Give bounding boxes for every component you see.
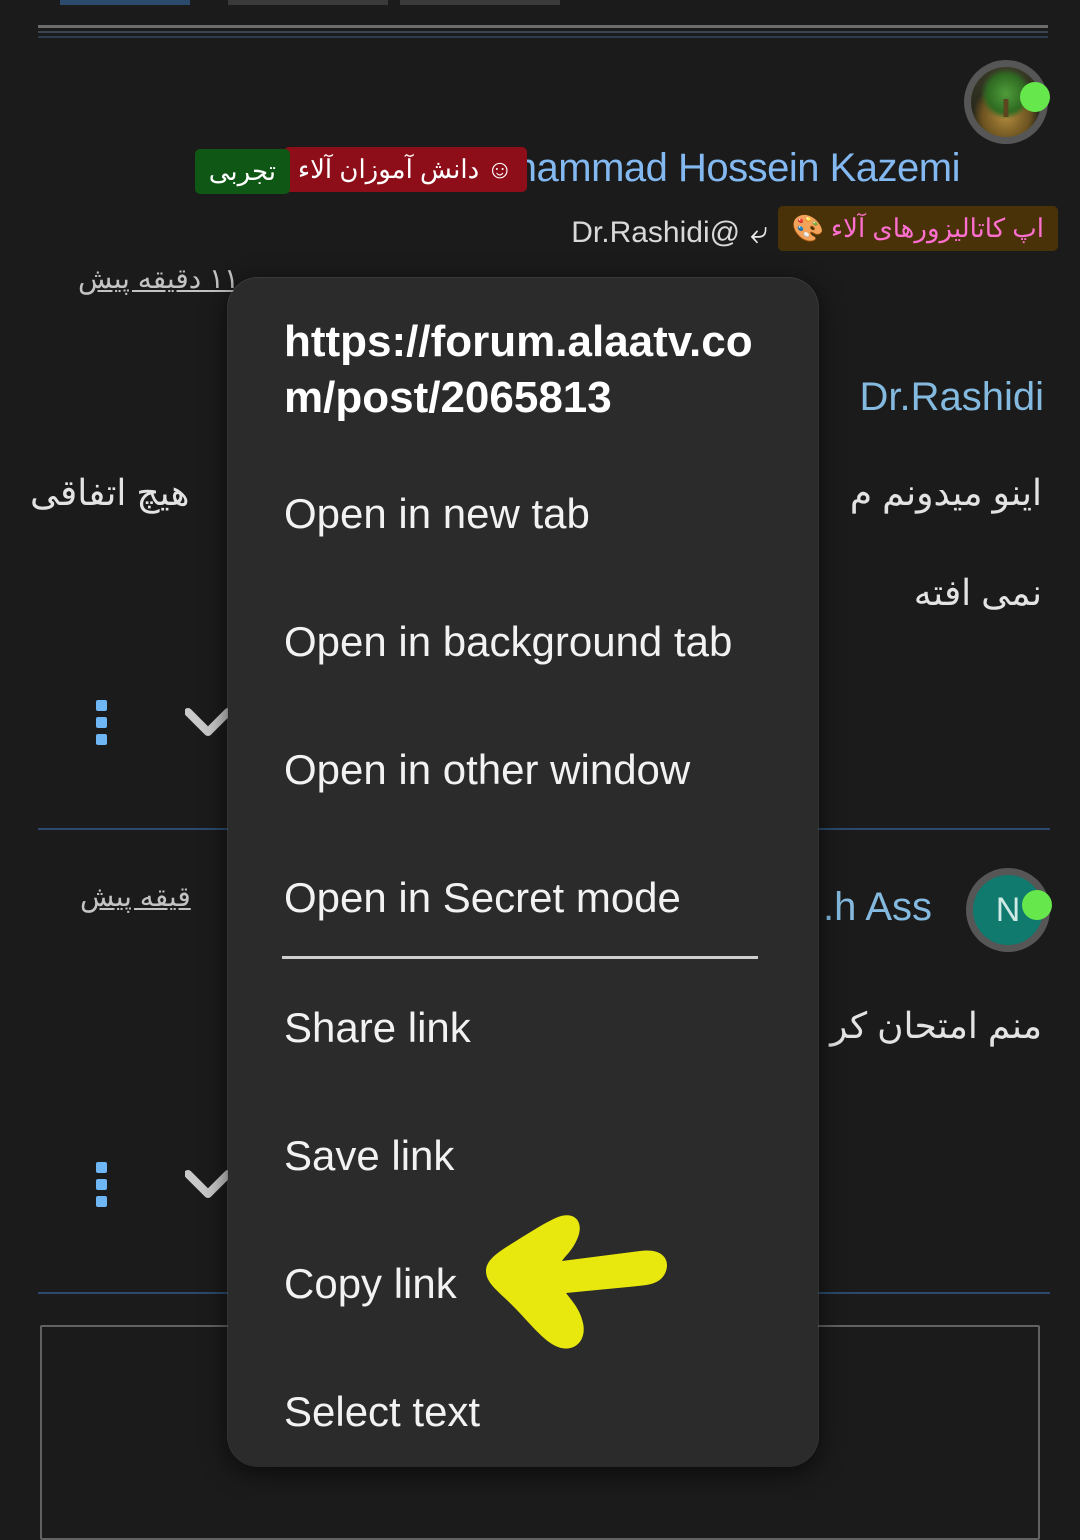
reply-target[interactable]: Dr.Rashidi@ ⤷ xyxy=(571,214,768,252)
post-author-name[interactable]: Mohammad Hossein Kazemi xyxy=(460,146,960,191)
toolbar-segment-c[interactable] xyxy=(400,0,560,5)
menu-item-select-text[interactable]: Select text xyxy=(284,1388,480,1436)
post-body-line: هیچ اتفاقی xyxy=(30,472,190,513)
online-dot-icon xyxy=(1022,890,1052,920)
context-menu-url: https://forum.alaatv.com/post/2065813 xyxy=(284,317,753,423)
toolbar-segment-active[interactable] xyxy=(60,0,190,5)
header-rule-top xyxy=(38,25,1048,28)
header-rule-mid xyxy=(38,31,1048,33)
menu-divider xyxy=(282,956,758,959)
badge-label: تجربی xyxy=(208,156,276,186)
menu-item-save-link[interactable]: Save link xyxy=(284,1132,454,1180)
post-body-line: نمی افته xyxy=(913,572,1042,613)
avatar[interactable] xyxy=(964,60,1050,144)
badge-label: اپ کاتالیزورهای آلاء xyxy=(830,213,1044,243)
reply-arrow-icon: ⤷ xyxy=(750,214,768,250)
chevron-down-icon[interactable] xyxy=(185,707,231,738)
kebab-dot xyxy=(96,1162,107,1173)
kebab-dot xyxy=(96,1179,107,1190)
menu-item-open-in-background-tab[interactable]: Open in background tab xyxy=(284,618,732,666)
post-actions xyxy=(96,700,231,745)
badge-label: ☺ دانش آموزان آلاء xyxy=(297,154,513,184)
top-partial-toolbar xyxy=(60,0,1080,6)
post-body-line: اینو میدونم م xyxy=(849,472,1042,513)
menu-item-copy-link[interactable]: Copy link xyxy=(284,1260,457,1308)
post-author-name[interactable]: .h Ass xyxy=(823,885,932,930)
badge-student-group[interactable]: ☺ دانش آموزان آلاء xyxy=(283,147,527,192)
post-actions xyxy=(96,1162,231,1207)
chevron-down-icon[interactable] xyxy=(185,1169,231,1200)
menu-item-open-in-secret-mode[interactable]: Open in Secret mode xyxy=(284,874,681,922)
kebab-menu-icon[interactable] xyxy=(96,1162,107,1207)
menu-item-share-link[interactable]: Share link xyxy=(284,1004,471,1052)
menu-item-open-in-other-window[interactable]: Open in other window xyxy=(284,746,690,794)
post-timestamp[interactable]: قیقه پیش xyxy=(80,880,191,913)
kebab-menu-icon[interactable] xyxy=(96,700,107,745)
reply-target-name: Dr.Rashidi@ xyxy=(571,216,741,249)
kebab-dot xyxy=(96,717,107,728)
online-dot-icon xyxy=(1020,82,1050,112)
menu-item-open-in-new-tab[interactable]: Open in new tab xyxy=(284,490,590,538)
palette-icon: 🎨 xyxy=(791,213,824,243)
quoted-user-name[interactable]: Dr.Rashidi xyxy=(859,375,1044,420)
badge-catalyst-app[interactable]: اپ کاتالیزورهای آلاء 🎨 xyxy=(777,206,1058,251)
kebab-dot xyxy=(96,1196,107,1207)
header-rule-bottom xyxy=(38,36,1048,38)
badge-field-of-study[interactable]: تجربی xyxy=(194,149,290,194)
post-timestamp[interactable]: ۱۱ دقیقه پیش xyxy=(78,262,239,295)
screen: Mohammad Hossein Kazemi ☺ دانش آموزان آل… xyxy=(0,0,1080,1540)
kebab-dot xyxy=(96,734,107,745)
toolbar-segment-b[interactable] xyxy=(228,0,388,5)
avatar[interactable]: N xyxy=(966,868,1052,952)
tree-trunk-shape xyxy=(1003,99,1009,118)
annotation-arrow-icon xyxy=(470,1205,680,1360)
kebab-dot xyxy=(96,700,107,711)
post-body-line: منم امتحان کر xyxy=(830,1005,1042,1046)
